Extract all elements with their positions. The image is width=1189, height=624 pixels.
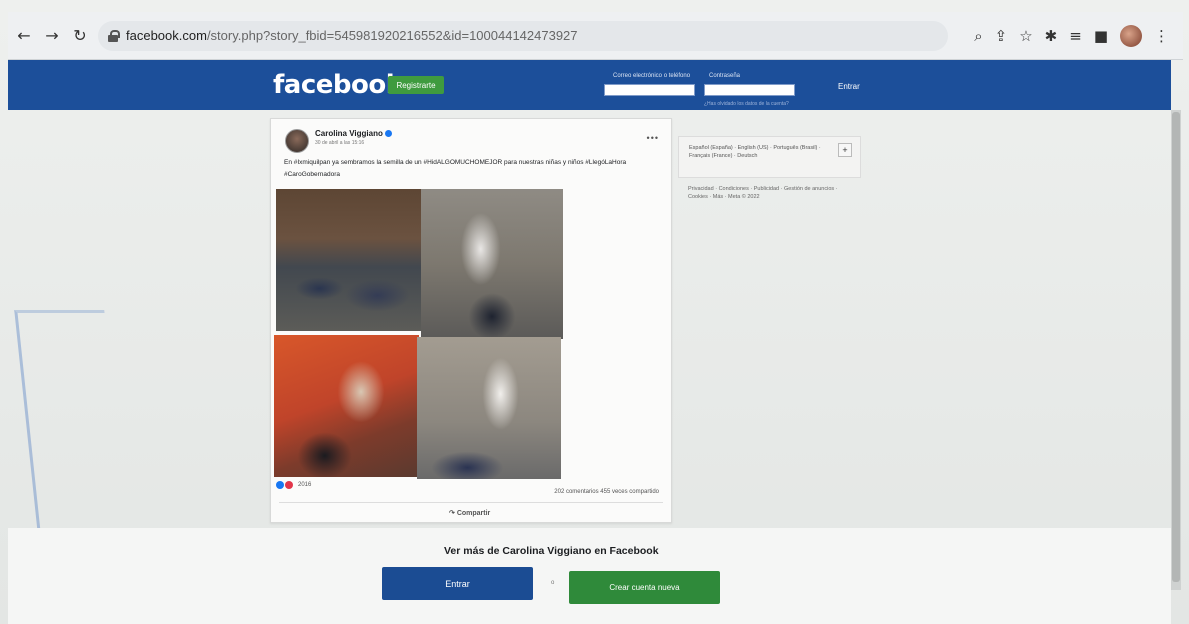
back-icon[interactable]: ← <box>12 24 36 48</box>
post-card: Carolina Viggiano 30 de abril a las 15:1… <box>270 118 672 523</box>
tab-icon[interactable]: ■ <box>1094 27 1108 45</box>
post-author[interactable]: Carolina Viggiano <box>315 129 392 138</box>
post-photo-crowd[interactable] <box>417 337 561 479</box>
post-stats[interactable]: 202 comentarios 455 veces compartido <box>554 489 659 495</box>
share-button[interactable]: ↷ Compartir <box>449 509 490 517</box>
facebook-header: facebook Registrarte Correo electrónico … <box>8 60 1171 110</box>
more-options-icon[interactable]: ••• <box>647 133 659 143</box>
reload-icon[interactable]: ↻ <box>68 24 92 48</box>
email-field[interactable] <box>604 84 695 96</box>
profile-avatar[interactable] <box>1120 24 1142 47</box>
post-photo-group[interactable] <box>276 189 421 331</box>
register-button[interactable]: Registrarte <box>388 76 444 94</box>
author-avatar[interactable] <box>285 129 309 153</box>
footer-links[interactable]: Privacidad · Condiciones · Publicidad · … <box>688 185 838 201</box>
enter-button[interactable]: Entrar <box>382 567 533 600</box>
facebook-logo[interactable]: facebook <box>273 70 403 100</box>
language-box: Español (España) · English (US) · Portug… <box>678 136 861 178</box>
lock-icon <box>108 29 120 42</box>
browser-toolbar: ← → ↻ facebook.com/story.php?story_fbid=… <box>8 12 1183 60</box>
post-photo-speaker[interactable] <box>421 189 563 339</box>
reaction-count: 2016 <box>298 482 312 488</box>
verified-icon <box>384 130 392 137</box>
password-field[interactable] <box>704 84 795 96</box>
scrollbar-thumb[interactable] <box>1172 112 1180 582</box>
post-photo-activity[interactable] <box>274 335 419 477</box>
add-language-button[interactable]: + <box>838 143 852 157</box>
login-button[interactable]: Entrar <box>838 82 860 91</box>
address-bar[interactable]: facebook.com/story.php?story_fbid=545981… <box>98 20 948 51</box>
email-label: Correo electrónico o teléfono <box>613 73 691 79</box>
language-list[interactable]: Español (España) · English (US) · Portug… <box>689 144 829 160</box>
password-label: Contraseña <box>709 73 741 79</box>
url-path: /story.php?story_fbid=545981920216552&id… <box>206 28 578 43</box>
like-icon <box>276 481 284 489</box>
divider <box>279 502 663 503</box>
post-date[interactable]: 30 de abril a las 15:16 <box>315 140 364 146</box>
share-arrow-icon: ↷ <box>449 510 457 517</box>
or-text: o <box>551 580 555 586</box>
reactions[interactable]: 2016 <box>276 481 311 489</box>
zoom-icon[interactable]: ⌕ <box>974 27 982 45</box>
share-icon[interactable]: ⇪ <box>995 27 1008 45</box>
create-account-button[interactable]: Crear cuenta nueva <box>569 571 720 604</box>
extension-icon[interactable]: ✱ <box>1045 27 1058 45</box>
forward-icon[interactable]: → <box>40 24 64 48</box>
forgot-account-link[interactable]: ¿Has olvidado los datos de la cuenta? <box>704 101 789 107</box>
love-icon <box>285 481 293 489</box>
post-text: En #Ixmiquilpan ya sembramos la semilla … <box>284 159 627 178</box>
menu-icon[interactable]: ⋮ <box>1154 27 1169 45</box>
star-icon[interactable]: ☆ <box>1019 27 1032 45</box>
url-host: facebook.com <box>126 28 207 43</box>
share-label: Compartir <box>456 510 491 517</box>
author-name[interactable]: Carolina Viggiano <box>315 129 383 138</box>
reading-list-icon[interactable]: ≡ <box>1069 27 1082 45</box>
see-more-text: Ver más de Carolina Viggiano en Facebook <box>444 545 659 557</box>
